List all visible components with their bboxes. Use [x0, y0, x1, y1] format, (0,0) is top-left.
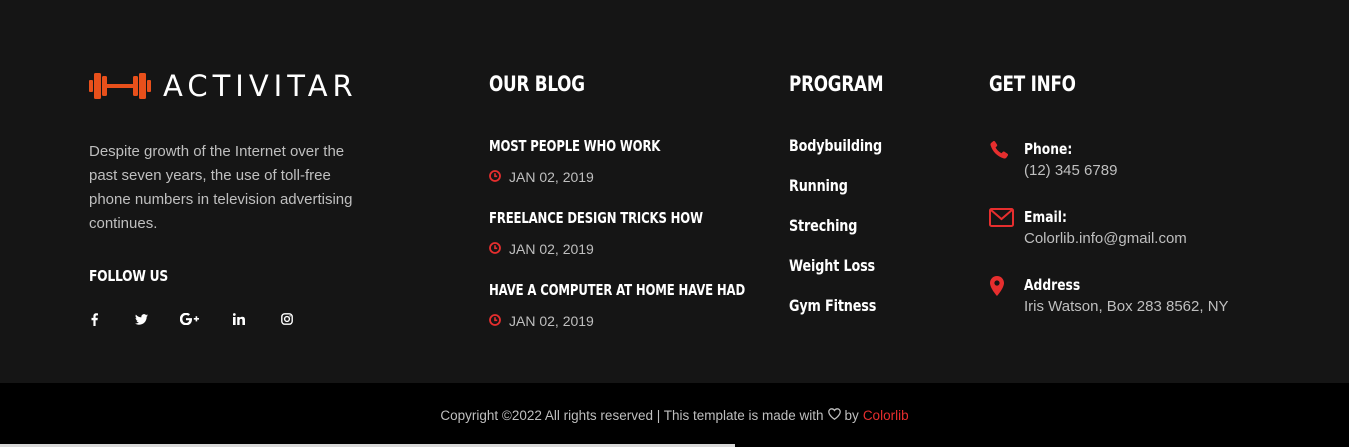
blog-post-date: JAN 02, 2019 [489, 313, 817, 329]
colorlib-link[interactable]: Colorlib [863, 408, 909, 423]
info-label: Email: [1024, 208, 1067, 226]
linkedin-icon[interactable] [232, 311, 246, 327]
blog-post[interactable]: MOST PEOPLE WHO WORK JAN 02, 2019 [489, 137, 709, 185]
program-link-streching[interactable]: Streching [789, 216, 857, 235]
program-link-gym-fitness[interactable]: Gym Fitness [789, 296, 876, 315]
address-value: Iris Watson, Box 283 8562, NY [1024, 298, 1229, 315]
info-label: Phone: [1024, 140, 1073, 158]
map-pin-icon [990, 276, 1004, 301]
twitter-icon[interactable] [133, 311, 149, 327]
about-text: Despite growth of the Internet over the … [89, 143, 353, 232]
footer-main: ACTIVITAR Despite growth of the Internet… [0, 0, 1349, 383]
clock-icon [489, 313, 509, 329]
program-link-running[interactable]: Running [789, 176, 848, 195]
program-link-bodybuilding[interactable]: Bodybuilding [789, 136, 882, 155]
facebook-icon[interactable] [89, 311, 99, 327]
copyright-text: Copyright ©2022 All rights reserved | Th… [440, 407, 909, 423]
phone-icon [989, 140, 1009, 165]
brand-name: ACTIVITAR [163, 69, 358, 103]
social-links [89, 311, 294, 327]
phone-value[interactable]: (12) 345 6789 [1024, 162, 1117, 179]
blog-heading: OUR BLOG [489, 72, 585, 96]
blog-post-title[interactable]: FREELANCE DESIGN TRICKS HOW [489, 209, 703, 227]
dumbbell-icon [89, 71, 151, 101]
info-heading: GET INFO [989, 72, 1076, 96]
clock-icon [489, 169, 509, 185]
google-plus-icon[interactable] [179, 311, 199, 327]
blog-post[interactable]: HAVE A COMPUTER AT HOME HAVE HAD JAN 02,… [489, 281, 817, 329]
program-heading: PROGRAM [789, 72, 884, 96]
blog-post-date: JAN 02, 2019 [489, 169, 709, 185]
email-icon [989, 208, 1014, 232]
email-value[interactable]: Colorlib.info@gmail.com [1024, 230, 1187, 247]
program-link-weight-loss[interactable]: Weight Loss [789, 256, 875, 275]
info-label: Address [1024, 276, 1081, 294]
clock-icon [489, 241, 509, 257]
heart-icon [827, 407, 841, 423]
follow-us-heading: FOLLOW US [89, 267, 169, 285]
blog-post-title[interactable]: MOST PEOPLE WHO WORK [489, 137, 660, 155]
blog-post[interactable]: FREELANCE DESIGN TRICKS HOW JAN 02, 2019 [489, 209, 763, 257]
copyright-bar: Copyright ©2022 All rights reserved | Th… [0, 383, 1349, 447]
brand-logo[interactable]: ACTIVITAR [89, 70, 358, 102]
blog-post-date: JAN 02, 2019 [489, 241, 763, 257]
blog-post-title[interactable]: HAVE A COMPUTER AT HOME HAVE HAD [489, 281, 745, 299]
instagram-icon[interactable] [280, 311, 294, 327]
